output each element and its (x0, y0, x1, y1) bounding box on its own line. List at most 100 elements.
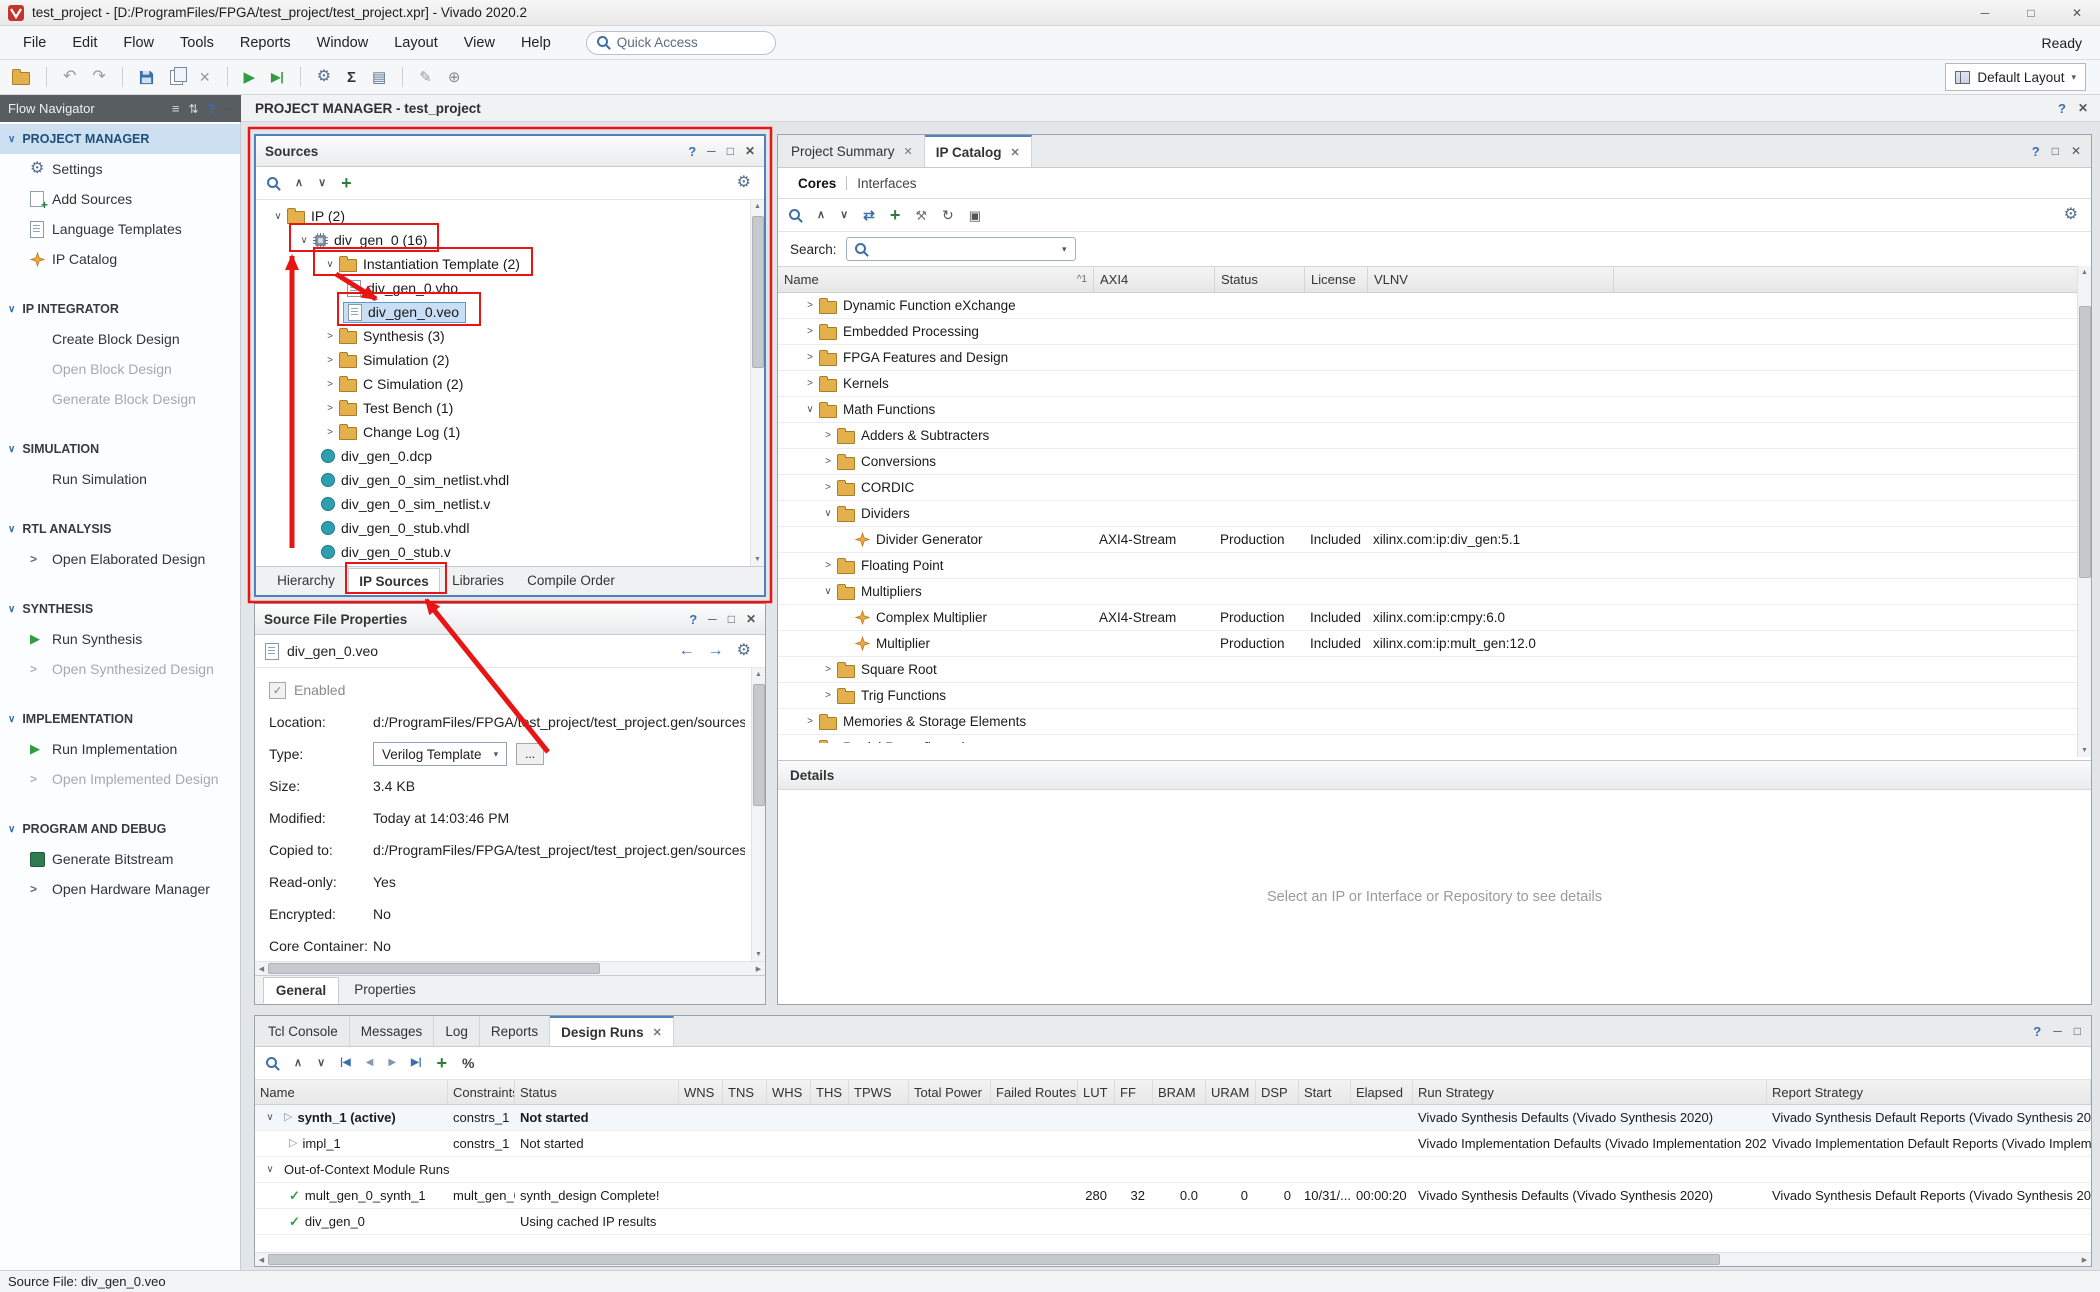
catalog-settings-button[interactable]: ⚙ (2064, 207, 2078, 223)
tab-project-summary[interactable]: Project Summary✕ (780, 135, 925, 167)
sum-icon[interactable]: Σ (347, 70, 356, 85)
details-icon[interactable]: ▣ (969, 209, 981, 222)
collapse-all-icon[interactable]: ∧ (294, 1058, 302, 1069)
flownav-item-generate-block-design[interactable]: Generate Block Design (0, 384, 240, 414)
flownav-item-run-synthesis[interactable]: ▶Run Synthesis (0, 624, 240, 654)
tree-collapse-icon[interactable]: ∨ (261, 1164, 279, 1175)
tab-hierarchy[interactable]: Hierarchy (264, 568, 348, 595)
expand-all-icon[interactable]: ∨ (840, 210, 848, 221)
flownav-section-rtl-analysis[interactable]: ∨RTL ANALYSIS (0, 514, 240, 544)
ip-catalog-row-memories-storage-elements[interactable]: >Memories & Storage Elements (778, 709, 2091, 735)
open-folder-icon[interactable] (12, 69, 30, 85)
flownav-section-ip-integrator[interactable]: ∨IP INTEGRATOR (0, 294, 240, 324)
scroll-right-icon[interactable]: ▶ (752, 962, 765, 975)
ip-catalog-row-embedded-processing[interactable]: >Embedded Processing (778, 319, 2091, 345)
arrow-left-icon[interactable]: ← (679, 643, 695, 659)
ip-catalog-row-square-root[interactable]: >Square Root (778, 657, 2091, 683)
column-header-name[interactable]: Name (255, 1080, 448, 1104)
maximize-icon[interactable]: □ (2074, 1025, 2081, 1037)
scroll-left-icon[interactable]: ◀ (255, 962, 268, 975)
column-header-whs[interactable]: WHS (767, 1080, 811, 1104)
source-tree-item-div-gen-0-dcp[interactable]: div_gen_0.dcp (256, 444, 764, 468)
tree-expand-icon[interactable]: > (819, 560, 837, 571)
scrollbar-thumb[interactable] (2079, 306, 2091, 578)
column-header-failed-routes[interactable]: Failed Routes (991, 1080, 1078, 1104)
column-header-constraints[interactable]: Constraints (448, 1080, 515, 1104)
flownav-item-create-block-design[interactable]: Create Block Design (0, 324, 240, 354)
expand-collapse-icon[interactable]: ⇅ (188, 103, 198, 115)
tree-collapse-icon[interactable]: ∨ (321, 259, 339, 270)
menu-item-view[interactable]: View (451, 35, 508, 51)
settings-gear-icon[interactable]: ⚙ (737, 175, 751, 191)
ip-catalog-row-divider-generator[interactable]: Divider GeneratorAXI4-StreamProductionIn… (778, 527, 2091, 553)
tree-expand-icon[interactable]: > (819, 690, 837, 701)
flownav-item-open-block-design[interactable]: Open Block Design (0, 354, 240, 384)
search-icon[interactable] (789, 209, 802, 222)
menu-item-edit[interactable]: Edit (59, 35, 110, 51)
scroll-left-icon[interactable]: ◀ (255, 1253, 268, 1266)
column-header-license[interactable]: License (1305, 267, 1368, 292)
run-icon[interactable]: ▶ (244, 70, 256, 85)
report-icon[interactable]: ▤ (372, 70, 386, 85)
source-tree-item-change-log-1[interactable]: >Change Log (1) (256, 420, 764, 444)
source-tree-item-div-gen-0-16[interactable]: ∨div_gen_0 (16) (256, 228, 764, 252)
menu-item-help[interactable]: Help (508, 35, 564, 51)
column-header-dsp[interactable]: DSP (1256, 1080, 1299, 1104)
scroll-right-icon[interactable]: ▶ (2078, 1253, 2091, 1266)
column-header-elapsed[interactable]: Elapsed (1351, 1080, 1413, 1104)
flownav-item-settings[interactable]: ⚙Settings (0, 154, 240, 184)
play-icon[interactable]: ▶ (388, 1058, 396, 1068)
close-icon[interactable]: ✕ (2078, 102, 2088, 114)
close-icon[interactable]: ✕ (2071, 145, 2081, 157)
source-tree-item-div-gen-0-stub-v[interactable]: div_gen_0_stub.v (256, 540, 764, 564)
tab-libraries[interactable]: Libraries (440, 568, 516, 595)
maximize-icon[interactable]: □ (727, 145, 734, 157)
edit-icon[interactable]: ✎ (419, 70, 432, 85)
tab-compile-order[interactable]: Compile Order (516, 568, 626, 595)
flownav-section-synthesis[interactable]: ∨SYNTHESIS (0, 594, 240, 624)
tree-collapse-icon[interactable]: ∨ (295, 235, 313, 246)
properties-panel-titlebar[interactable]: Source File Properties ?─□✕ (255, 604, 765, 635)
design-run-row-mult-gen-0-synth-1[interactable]: ✓mult_gen_0_synth_1mult_gen_0synth_desig… (255, 1183, 2091, 1209)
column-header-ff[interactable]: FF (1115, 1080, 1153, 1104)
menu-item-flow[interactable]: Flow (110, 35, 167, 51)
tree-expand-icon[interactable]: > (819, 430, 837, 441)
column-header-tpws[interactable]: TPWS (849, 1080, 909, 1104)
close-icon[interactable]: ✕ (746, 613, 756, 625)
catalog-scrollbar[interactable]: ▲ ▼ (2077, 266, 2091, 757)
menu-item-reports[interactable]: Reports (227, 35, 304, 51)
settings-gear-icon[interactable]: ⚙ (317, 69, 331, 85)
sources-panel-titlebar[interactable]: Sources ?─□✕ (256, 136, 764, 167)
tree-expand-icon[interactable]: > (819, 456, 837, 467)
tab-design-runs[interactable]: Design Runs✕ (550, 1016, 674, 1046)
probe-icon[interactable]: ⊕ (448, 70, 461, 85)
properties-scrollbar[interactable]: ▲ ▼ (751, 668, 765, 961)
tree-collapse-icon[interactable]: ∨ (819, 586, 837, 597)
scroll-down-icon[interactable]: ▼ (2078, 744, 2091, 757)
expand-all-icon[interactable]: ∨ (317, 1058, 325, 1069)
flownav-item-language-templates[interactable]: Language Templates (0, 214, 240, 244)
column-header-wns[interactable]: WNS (679, 1080, 723, 1104)
tab-properties[interactable]: Properties (339, 977, 431, 1004)
save-icon[interactable] (139, 70, 154, 85)
tree-collapse-icon[interactable]: ∨ (269, 211, 287, 222)
tree-collapse-icon[interactable]: ∨ (801, 404, 819, 415)
source-tree-item-simulation-2[interactable]: >Simulation (2) (256, 348, 764, 372)
design-run-row-impl-1[interactable]: ▷impl_1constrs_1Not startedVivado Implem… (255, 1131, 2091, 1157)
source-tree-item-div-gen-0-vho[interactable]: div_gen_0.vho (256, 276, 764, 300)
help-icon[interactable]: ? (2033, 1025, 2041, 1038)
copy-icon[interactable] (170, 70, 183, 85)
add-icon[interactable]: + (890, 206, 901, 224)
ip-catalog-row-dynamic-function-exchange[interactable]: >Dynamic Function eXchange (778, 293, 2091, 319)
runs-hscrollbar[interactable]: ◀ ▶ (255, 1252, 2091, 1266)
layout-selector[interactable]: Default Layout ▾ (1945, 63, 2086, 91)
tree-expand-icon[interactable]: > (321, 427, 339, 438)
subtab-cores[interactable]: Cores (788, 176, 846, 191)
type-dropdown[interactable]: Verilog Template▾ (373, 742, 507, 766)
source-tree-item-c-simulation-2[interactable]: >C Simulation (2) (256, 372, 764, 396)
window-control-close[interactable]: ✕ (2054, 0, 2100, 25)
design-run-row-out-of-context-module-runs[interactable]: ∨Out-of-Context Module Runs (255, 1157, 2091, 1183)
column-header-run-strategy[interactable]: Run Strategy (1413, 1080, 1767, 1104)
ip-catalog-row-fpga-features-and-design[interactable]: >FPGA Features and Design (778, 345, 2091, 371)
column-header-report-strategy[interactable]: Report Strategy (1767, 1080, 2091, 1104)
